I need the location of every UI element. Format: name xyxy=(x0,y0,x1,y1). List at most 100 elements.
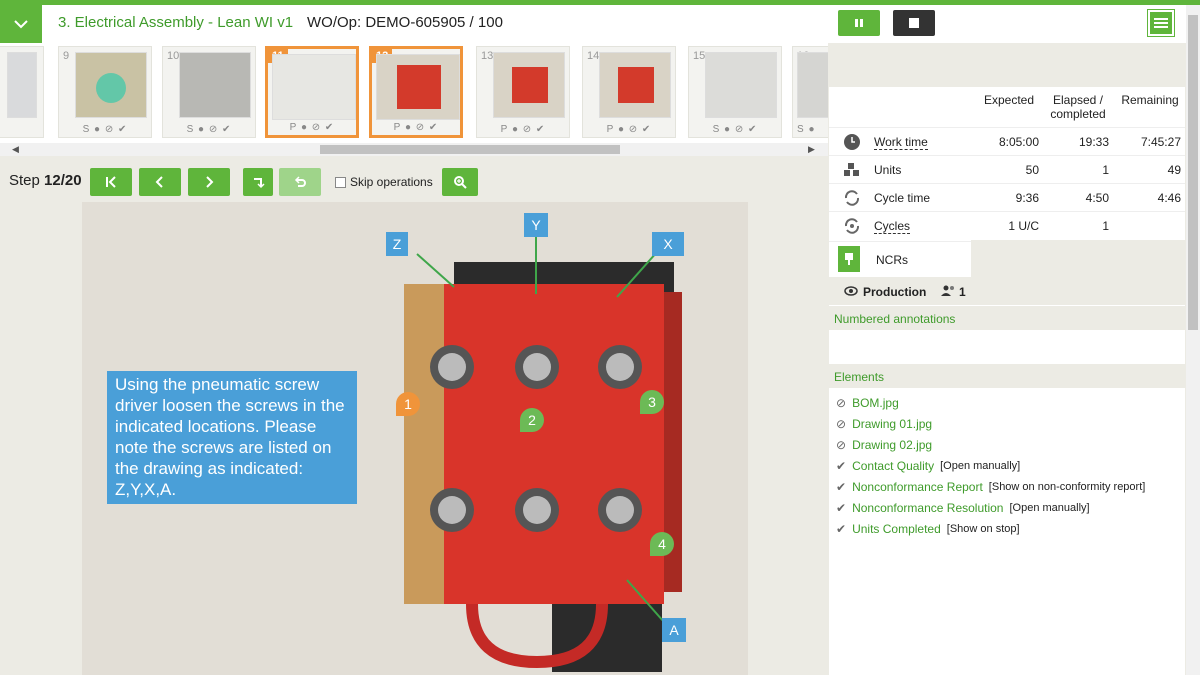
element-item[interactable]: ✔ Nonconformance Resolution [Open manual… xyxy=(836,501,1090,515)
step-thumbnail[interactable]: 13 P ● ⊘ ✔ xyxy=(476,46,570,138)
menu-button[interactable] xyxy=(1147,9,1175,37)
stat-name[interactable]: Cycles xyxy=(874,219,911,234)
stat-name: Units xyxy=(874,163,902,177)
work-instruction-title: 3. Electrical Assembly - Lean WI v1 xyxy=(58,14,294,31)
annotation-label-x: X xyxy=(652,232,684,256)
production-bar: Production 1 xyxy=(829,277,1185,305)
column-header-remaining: Remaining xyxy=(1121,93,1179,107)
element-item[interactable]: ⊘ Drawing 01.jpg xyxy=(836,417,932,431)
stop-icon xyxy=(909,18,919,28)
zoom-button[interactable] xyxy=(442,168,478,196)
column-header-elapsed: Elapsed / completed xyxy=(1050,93,1106,121)
ncr-filler xyxy=(971,240,1185,277)
jump-button[interactable] xyxy=(243,168,273,196)
link-icon: ⊘ xyxy=(836,438,847,452)
stat-elapsed: 4:50 xyxy=(1085,191,1109,205)
ncr-flag-icon xyxy=(845,253,853,265)
cycle-icon xyxy=(844,190,860,206)
units-icon xyxy=(844,163,859,176)
next-step-button[interactable] xyxy=(188,168,230,196)
annotation-number-1: 1 xyxy=(396,392,420,416)
thumbnail-scrollbar[interactable]: ◀ ▶ xyxy=(0,143,828,156)
stat-row-units: Units 50 1 49 xyxy=(829,155,1185,183)
step-thumbnail-current[interactable]: 12 P ● ⊘ ✔ xyxy=(369,46,463,138)
step-thumbnail[interactable]: 10 S ● ⊘ ✔ xyxy=(162,46,256,138)
link-icon: ⊘ xyxy=(836,417,847,431)
stat-row-cycles: Cycles 1 U/C 1 xyxy=(829,211,1185,239)
stat-elapsed: 1 xyxy=(1102,163,1109,177)
ncr-button[interactable] xyxy=(838,246,860,272)
jump-arrow-icon xyxy=(254,178,265,189)
skip-operations-toggle[interactable]: Skip operations xyxy=(335,175,433,189)
thumbnail-status: S ● xyxy=(797,124,816,135)
first-step-button[interactable] xyxy=(90,168,132,196)
element-item[interactable]: ✔ Contact Quality [Open manually] xyxy=(836,459,1020,473)
thumbnail-status: P ● ⊘ ✔ xyxy=(393,122,439,133)
check-icon: ✔ xyxy=(836,501,847,515)
stat-expected: 8:05:00 xyxy=(998,135,1039,149)
step-indicator: Step 12/20 xyxy=(9,172,82,189)
step-thumbnail[interactable]: 14 P ● ⊘ ✔ xyxy=(582,46,676,138)
element-item[interactable]: ✔ Units Completed [Show on stop] xyxy=(836,522,1020,536)
eye-icon xyxy=(844,286,858,296)
check-icon: ✔ xyxy=(836,522,847,536)
numbered-annotations-body xyxy=(829,330,1185,362)
thumbnail-status: P ● ⊘ ✔ xyxy=(289,122,335,133)
thumbnail-number: 10 xyxy=(167,50,180,62)
skip-operations-checkbox[interactable] xyxy=(335,176,346,188)
element-item[interactable]: ⊘ Drawing 02.jpg xyxy=(836,438,932,452)
step-thumbnail[interactable]: 15 S ● ⊘ ✔ xyxy=(688,46,782,138)
top-bar: 3. Electrical Assembly - Lean WI v1 WO/O… xyxy=(0,0,1200,43)
stat-expected: 1 U/C xyxy=(1008,219,1039,233)
annotation-number-3: 3 xyxy=(640,390,664,414)
hamburger-icon xyxy=(1154,18,1168,28)
users-icon xyxy=(941,285,954,296)
stat-row-cycle-time: Cycle time 9:36 4:50 4:46 xyxy=(829,183,1185,211)
stat-name: NCRs xyxy=(876,253,908,267)
collapse-button[interactable] xyxy=(0,5,42,43)
stat-row-work-time: Work time 8:05:00 19:33 7:45:27 xyxy=(829,127,1185,155)
stat-name[interactable]: Work time xyxy=(874,135,928,150)
thumbnail-number: 9 xyxy=(63,50,70,62)
numbered-annotations-header: Numbered annotations xyxy=(829,306,1185,330)
step-thumbnail[interactable]: 16 S ● xyxy=(792,46,828,138)
scroll-right-arrow-icon[interactable]: ▶ xyxy=(808,144,815,155)
scrollbar-thumb[interactable] xyxy=(320,145,620,154)
thumbnail-status: S ● ⊘ ✔ xyxy=(186,124,232,135)
annotation-number-4: 4 xyxy=(650,532,674,556)
thumbnail-image xyxy=(493,52,565,118)
chevron-left-icon xyxy=(155,176,163,188)
scroll-left-arrow-icon[interactable]: ◀ xyxy=(12,144,19,155)
element-item[interactable]: ⊘ BOM.jpg xyxy=(836,396,899,410)
stop-button[interactable] xyxy=(893,10,935,36)
thumbnail-status: P ● ⊘ ✔ xyxy=(500,124,546,135)
chevron-down-icon xyxy=(14,20,28,29)
annotation-label-a: A xyxy=(662,618,686,642)
step-thumbnail-highlighted[interactable]: 11 P ● ⊘ ✔ xyxy=(265,46,359,138)
instruction-text-box: Using the pneumatic screw driver loosen … xyxy=(107,371,357,504)
pause-button[interactable] xyxy=(838,10,880,36)
previous-step-button[interactable] xyxy=(139,168,181,196)
annotation-label-z: Z xyxy=(386,232,408,256)
step-thumbnail-strip: 9 S ● ⊘ ✔ 10 S ● ⊘ ✔ 11 P ● ⊘ ✔ 12 P ● ⊘… xyxy=(0,43,828,143)
right-panel: Expected Elapsed / completed Remaining W… xyxy=(829,43,1185,675)
undo-button[interactable] xyxy=(279,168,321,196)
skip-operations-label: Skip operations xyxy=(350,175,433,189)
thumbnail-image xyxy=(179,52,251,118)
thumbnail-image xyxy=(797,52,828,118)
thumbnail-image xyxy=(376,54,460,120)
thumbnail-image xyxy=(272,54,356,120)
annotation-number-2: 2 xyxy=(520,408,544,432)
work-order-title: WO/Op: DEMO-605905 / 100 xyxy=(307,14,503,31)
step-thumbnail[interactable]: 9 S ● ⊘ ✔ xyxy=(58,46,152,138)
thumbnail-image xyxy=(705,52,777,118)
step-thumbnail-partial[interactable] xyxy=(0,46,44,138)
check-icon: ✔ xyxy=(836,459,847,473)
chevron-right-icon xyxy=(206,176,214,188)
thumbnail-number: 14 xyxy=(587,50,600,62)
page-scrollbar-thumb[interactable] xyxy=(1188,15,1198,330)
thumbnail-status: S ● ⊘ ✔ xyxy=(82,124,128,135)
page-scrollbar[interactable] xyxy=(1186,5,1200,675)
stat-remaining: 49 xyxy=(1167,163,1181,177)
element-item[interactable]: ✔ Nonconformance Report [Show on non-con… xyxy=(836,480,1145,494)
